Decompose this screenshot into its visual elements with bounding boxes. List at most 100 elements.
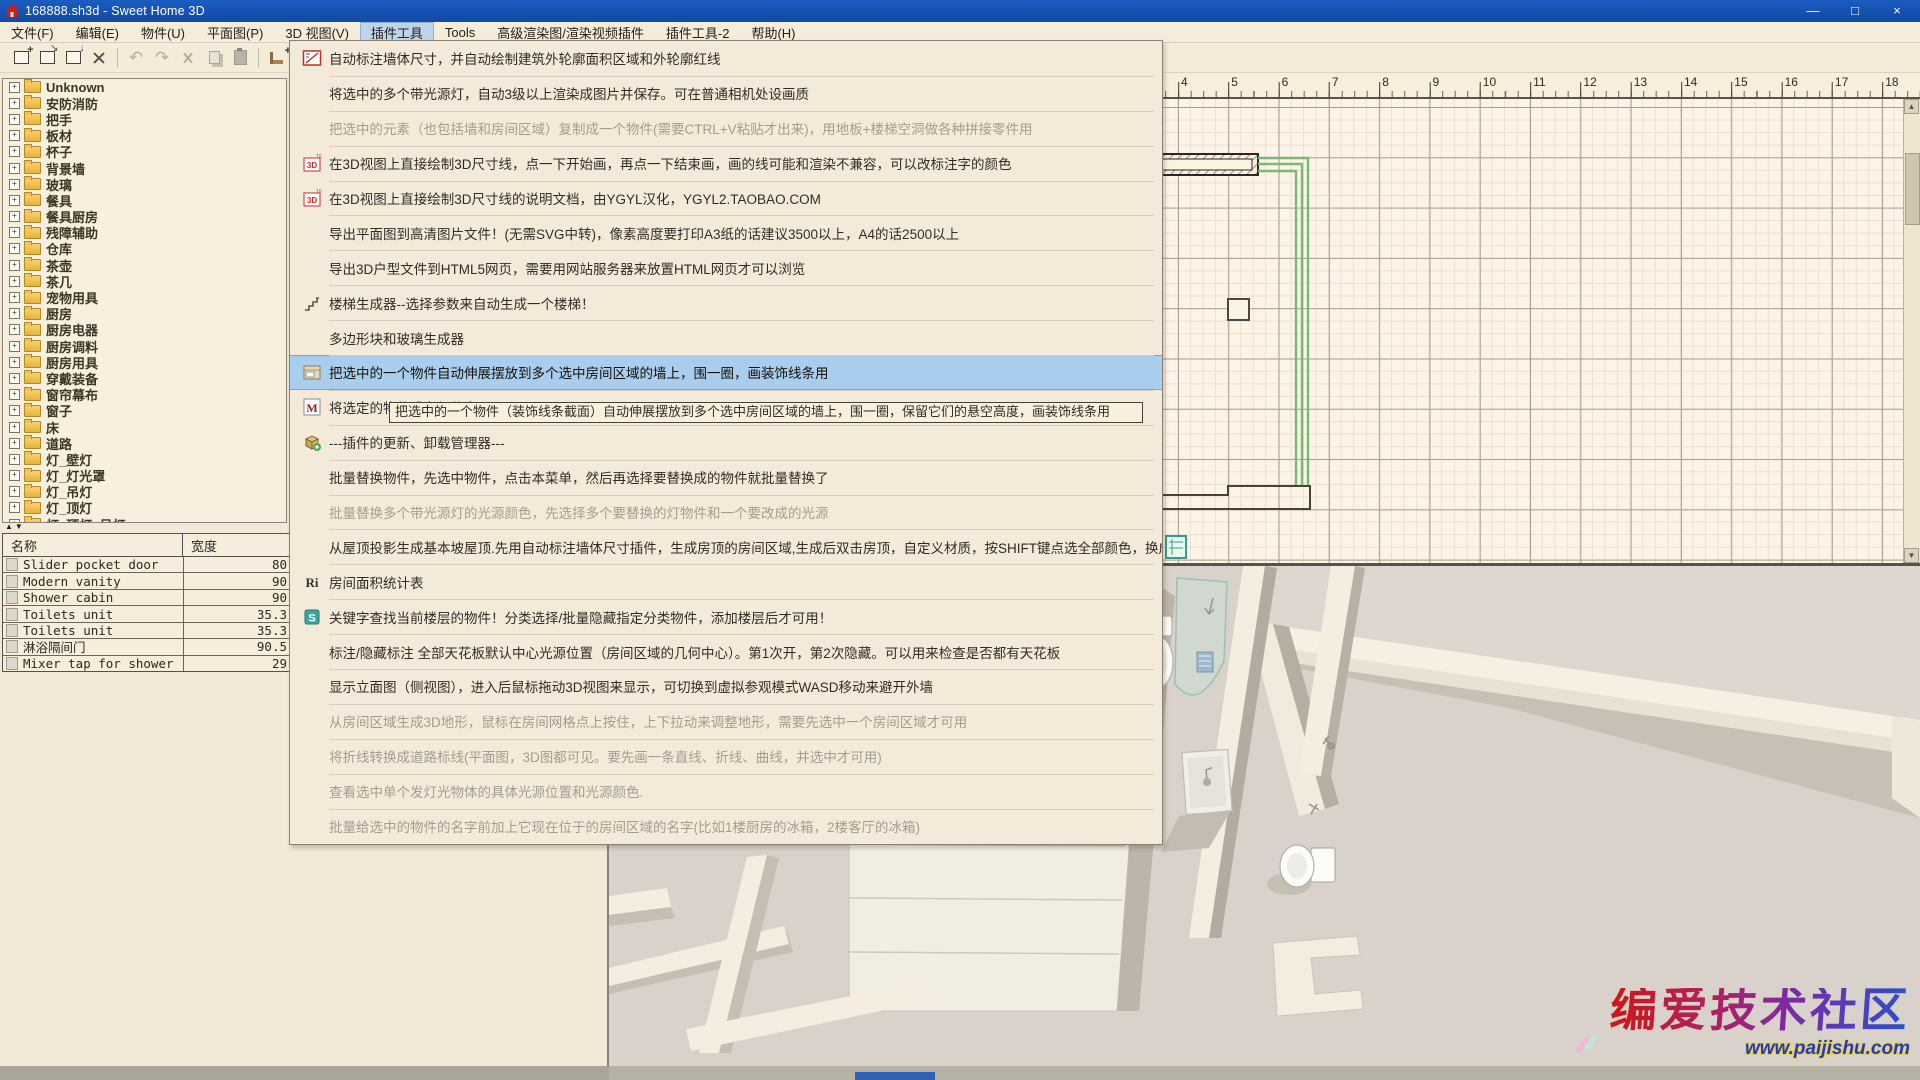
- plugin-menu-item-19[interactable]: 显示立面图（侧视图），进入后鼠标拖动3D视图来显示，可切换到虚拟参观模式WASD…: [290, 669, 1162, 704]
- plugin-menu-item-4[interactable]: 3D10在3D视图上直接绘制3D尺寸线，点一下开始画，再点一下结束画，画的线可能…: [290, 146, 1162, 181]
- plugin-menu-item-10[interactable]: 把选中的一个物件自动伸展摆放到多个选中房间区域的墙上，围一圈，画装饰线条用: [290, 355, 1162, 390]
- tree-item[interactable]: +仓库: [3, 241, 286, 257]
- tree-item[interactable]: +厨房调料: [3, 338, 286, 354]
- expand-icon[interactable]: +: [9, 98, 20, 109]
- expand-icon[interactable]: +: [9, 130, 20, 141]
- menubar-item-plan[interactable]: 平面图(P): [196, 22, 274, 42]
- plan-selected-walls[interactable]: [1258, 158, 1308, 486]
- tree-item[interactable]: +床: [3, 419, 286, 435]
- plan-column[interactable]: [1228, 299, 1249, 320]
- expand-icon[interactable]: +: [9, 227, 20, 238]
- expand-icon[interactable]: +: [9, 438, 20, 449]
- tree-item[interactable]: +把手: [3, 111, 286, 127]
- plugin-menu-item-12[interactable]: ---插件的更新、卸载管理器---: [290, 425, 1162, 460]
- tree-item[interactable]: +宠物用具: [3, 289, 286, 305]
- minimize-button[interactable]: —: [1804, 0, 1822, 22]
- table-row[interactable]: Mixer tap for shower29: [3, 656, 291, 671]
- expand-icon[interactable]: +: [9, 405, 20, 416]
- expand-icon[interactable]: +: [9, 389, 20, 400]
- expand-icon[interactable]: +: [9, 308, 20, 319]
- scroll-up-icon[interactable]: ▲: [1904, 99, 1919, 114]
- tree-item[interactable]: +Unknown: [3, 79, 286, 95]
- table-row[interactable]: Toilets unit35.3: [3, 623, 291, 639]
- plugin-menu-item-14[interactable]: 批量替换多个带光源灯的光源颜色，先选择多个要替换的灯物件和一个要改成的光源: [290, 495, 1162, 530]
- tree-item[interactable]: +灯_壁灯: [3, 451, 286, 467]
- expand-icon[interactable]: +: [9, 195, 20, 206]
- column-header[interactable]: 名称: [3, 534, 183, 556]
- expand-icon[interactable]: +: [9, 486, 20, 497]
- tree-item[interactable]: +灯_灯光罩: [3, 468, 286, 484]
- scrollbar-thumb[interactable]: [1905, 153, 1920, 225]
- plugin-menu-item-13[interactable]: 批量替换物件，先选中物件，点击本菜单，然后再选择要替换成的物件就批量替换了: [290, 460, 1162, 495]
- tree-item[interactable]: +板材: [3, 128, 286, 144]
- menubar-item-advanced-render[interactable]: 高级渲染图/渲染视频插件: [486, 22, 655, 42]
- tree-item[interactable]: +灯_吊灯: [3, 484, 286, 500]
- expand-icon[interactable]: +: [9, 454, 20, 465]
- tree-item[interactable]: +餐具: [3, 192, 286, 208]
- tree-item[interactable]: +窗子: [3, 403, 286, 419]
- expand-icon[interactable]: +: [9, 292, 20, 303]
- menubar-item-plugin-tools[interactable]: 插件工具: [360, 22, 434, 42]
- plugin-menu-item-18[interactable]: 标注/隐藏标注 全部天花板默认中心光源位置（房间区域的几何中心）。第1次开，第2…: [290, 634, 1162, 669]
- expand-icon[interactable]: +: [9, 211, 20, 222]
- plugin-menu-item-2[interactable]: 将选中的多个带光源灯，自动3级以上渲染成图片并保存。可在普通相机处设画质: [290, 76, 1162, 111]
- tree-item[interactable]: +残障辅助: [3, 225, 286, 241]
- column-header[interactable]: 宽度: [183, 536, 217, 555]
- expand-icon[interactable]: +: [9, 373, 20, 384]
- table-row[interactable]: Shower cabin90: [3, 590, 291, 606]
- expand-icon[interactable]: +: [9, 357, 20, 368]
- add-furniture-icon[interactable]: [264, 46, 290, 70]
- tree-item[interactable]: +道路: [3, 435, 286, 451]
- preferences-icon[interactable]: [86, 46, 112, 70]
- new-home-icon[interactable]: [8, 46, 34, 70]
- expand-icon[interactable]: +: [9, 341, 20, 352]
- maximize-button[interactable]: □: [1846, 0, 1864, 22]
- expand-icon[interactable]: +: [9, 324, 20, 335]
- tree-item[interactable]: +茶壶: [3, 257, 286, 273]
- menubar-item-edit[interactable]: 编辑(E): [65, 22, 130, 42]
- splitter-up-icon[interactable]: ▲: [5, 522, 15, 531]
- tree-item[interactable]: +餐具厨房: [3, 209, 286, 225]
- tree-item[interactable]: +窗帘幕布: [3, 387, 286, 403]
- expand-icon[interactable]: +: [9, 260, 20, 271]
- table-row[interactable]: Slider pocket door80: [3, 557, 291, 573]
- expand-icon[interactable]: +: [9, 82, 20, 93]
- plan-wall-bottom[interactable]: [1149, 486, 1310, 509]
- tree-item[interactable]: +杯子: [3, 144, 286, 160]
- plugin-menu-item-5[interactable]: 3D10在3D视图上直接绘制3D尺寸线的说明文档，由YGYL汉化，YGYL2.T…: [290, 181, 1162, 216]
- tree-item[interactable]: +灯_顶灯_吊灯: [3, 516, 286, 523]
- open-icon[interactable]: [34, 46, 60, 70]
- tree-item[interactable]: +灯_顶灯: [3, 500, 286, 516]
- expand-icon[interactable]: +: [9, 422, 20, 433]
- cut-icon[interactable]: [175, 46, 201, 70]
- paste-icon[interactable]: [227, 46, 253, 70]
- plugin-menu-item-15[interactable]: 从屋顶投影生成基本坡屋顶.先用自动标注墙体尺寸插件，生成房顶的房间区域,生成后双…: [290, 529, 1162, 564]
- plugin-menu-item-17[interactable]: S关键字查找当前楼层的物件！分类选择/批量隐藏指定分类物件，添加楼层后才可用！: [290, 599, 1162, 634]
- menubar-item-help[interactable]: 帮助(H): [740, 22, 806, 42]
- plugin-menu-item-9[interactable]: 多边形块和玻璃生成器: [290, 320, 1162, 355]
- plugin-menu-item-8[interactable]: 楼梯生成器--选择参数来自动生成一个楼梯！: [290, 285, 1162, 320]
- tree-item[interactable]: +茶几: [3, 273, 286, 289]
- expand-icon[interactable]: +: [9, 179, 20, 190]
- tree-item[interactable]: +厨房: [3, 306, 286, 322]
- splitter-down-icon[interactable]: ▼: [15, 522, 25, 531]
- expand-icon[interactable]: +: [9, 146, 20, 157]
- tree-item[interactable]: +安防消防: [3, 95, 286, 111]
- menubar-item-view-3d[interactable]: 3D 视图(V): [274, 22, 360, 42]
- save-icon[interactable]: [60, 46, 86, 70]
- plugin-menu-item-7[interactable]: 导出3D户型文件到HTML5网页，需要用网站服务器来放置HTML网页才可以浏览: [290, 250, 1162, 285]
- plan-label[interactable]: [1166, 536, 1186, 558]
- tree-item[interactable]: +厨房电器: [3, 322, 286, 338]
- table-row[interactable]: Modern vanity90: [3, 573, 291, 589]
- copy-icon[interactable]: [201, 46, 227, 70]
- expand-icon[interactable]: +: [9, 163, 20, 174]
- plugin-menu-item-6[interactable]: 导出平面图到高清图片文件！(无需SVG中转)，像素高度要打印A3纸的话建议350…: [290, 215, 1162, 250]
- scroll-down-icon[interactable]: ▼: [1904, 548, 1919, 563]
- table-row[interactable]: 淋浴隔间门90.5: [3, 639, 291, 655]
- menubar-item-plugin-tools-2[interactable]: 插件工具-2: [655, 22, 741, 42]
- splitter-arrows[interactable]: ▲▼: [5, 522, 25, 531]
- menubar-item-file[interactable]: 文件(F): [0, 22, 65, 42]
- expand-icon[interactable]: +: [9, 502, 20, 513]
- expand-icon[interactable]: +: [9, 114, 20, 125]
- undo-icon[interactable]: [123, 46, 149, 70]
